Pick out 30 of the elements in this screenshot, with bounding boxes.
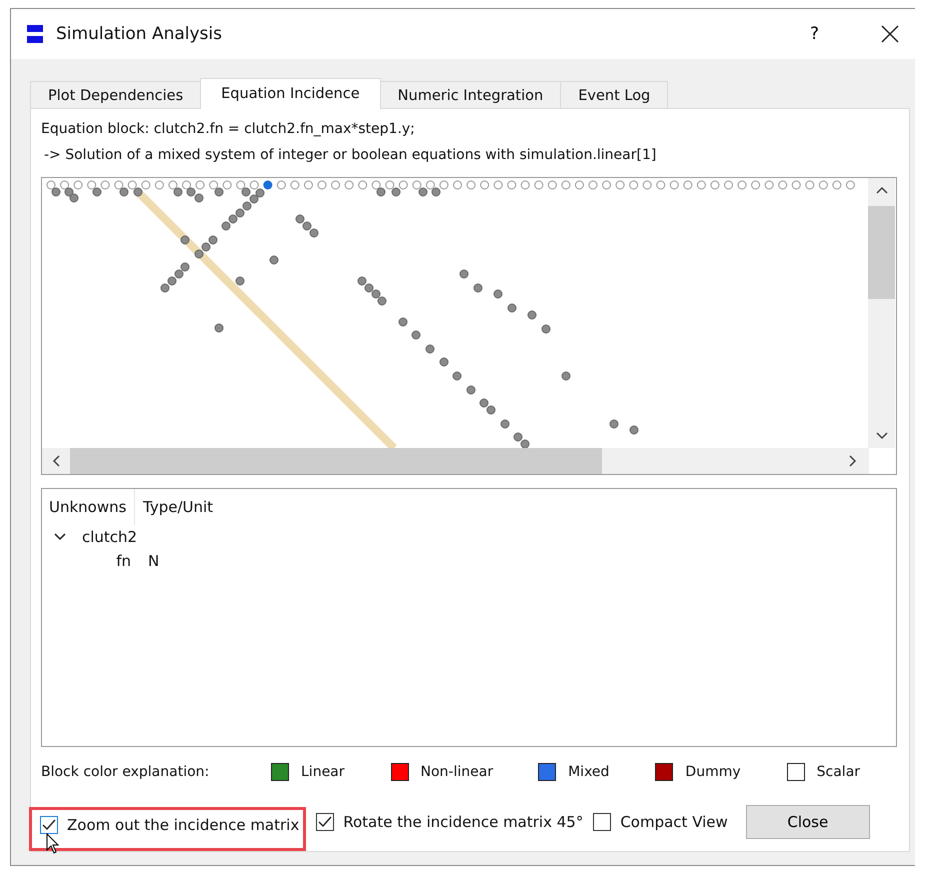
tab[interactable]: Event Log [560, 81, 668, 109]
checkbox-label[interactable]: Compact View [620, 813, 728, 831]
checkbox[interactable] [316, 813, 334, 831]
tab[interactable]: Equation Incidence [200, 78, 381, 109]
solution-text: -> Solution of a mixed system of integer or boolean equations with simulation.linear[1] [43, 147, 658, 165]
legend-text: Mixed [568, 764, 610, 780]
legend-text: Non-linear [420, 764, 494, 780]
app-icon [27, 23, 43, 45]
checkbox-label[interactable]: Rotate the incidence matrix 45° [343, 813, 584, 831]
checkbox[interactable] [593, 813, 612, 831]
column-header[interactable]: Type/Unit [135, 498, 214, 516]
window-title: Simulation Analysis [56, 24, 223, 44]
tree-node[interactable]: clutch2 [82, 528, 138, 546]
legend-text: Linear [301, 764, 345, 780]
close-dialog-button[interactable]: Close [746, 805, 870, 839]
legend-label: Block color explanation: [41, 764, 210, 780]
equation-block-text: Equation block: clutch2.fn = clutch2.fn_max*step1.y; [41, 121, 416, 139]
help-button[interactable]: ? [804, 24, 825, 44]
vertical-scrollbar[interactable] [868, 178, 895, 448]
close-icon [881, 25, 899, 43]
checkbox-label[interactable]: Zoom out the incidence matrix [67, 816, 300, 834]
legend-text: Scalar [816, 764, 860, 780]
column-header[interactable]: Unknowns [42, 489, 135, 525]
legend-text: Dummy [685, 764, 741, 780]
horizontal-scrollbar[interactable] [42, 448, 869, 474]
checkbox[interactable] [40, 816, 58, 834]
unit-cell: N [148, 552, 160, 570]
tab[interactable]: Plot Dependencies [30, 81, 202, 109]
tree-node[interactable]: fn [42, 552, 131, 570]
expand-caret-icon[interactable] [54, 533, 66, 541]
